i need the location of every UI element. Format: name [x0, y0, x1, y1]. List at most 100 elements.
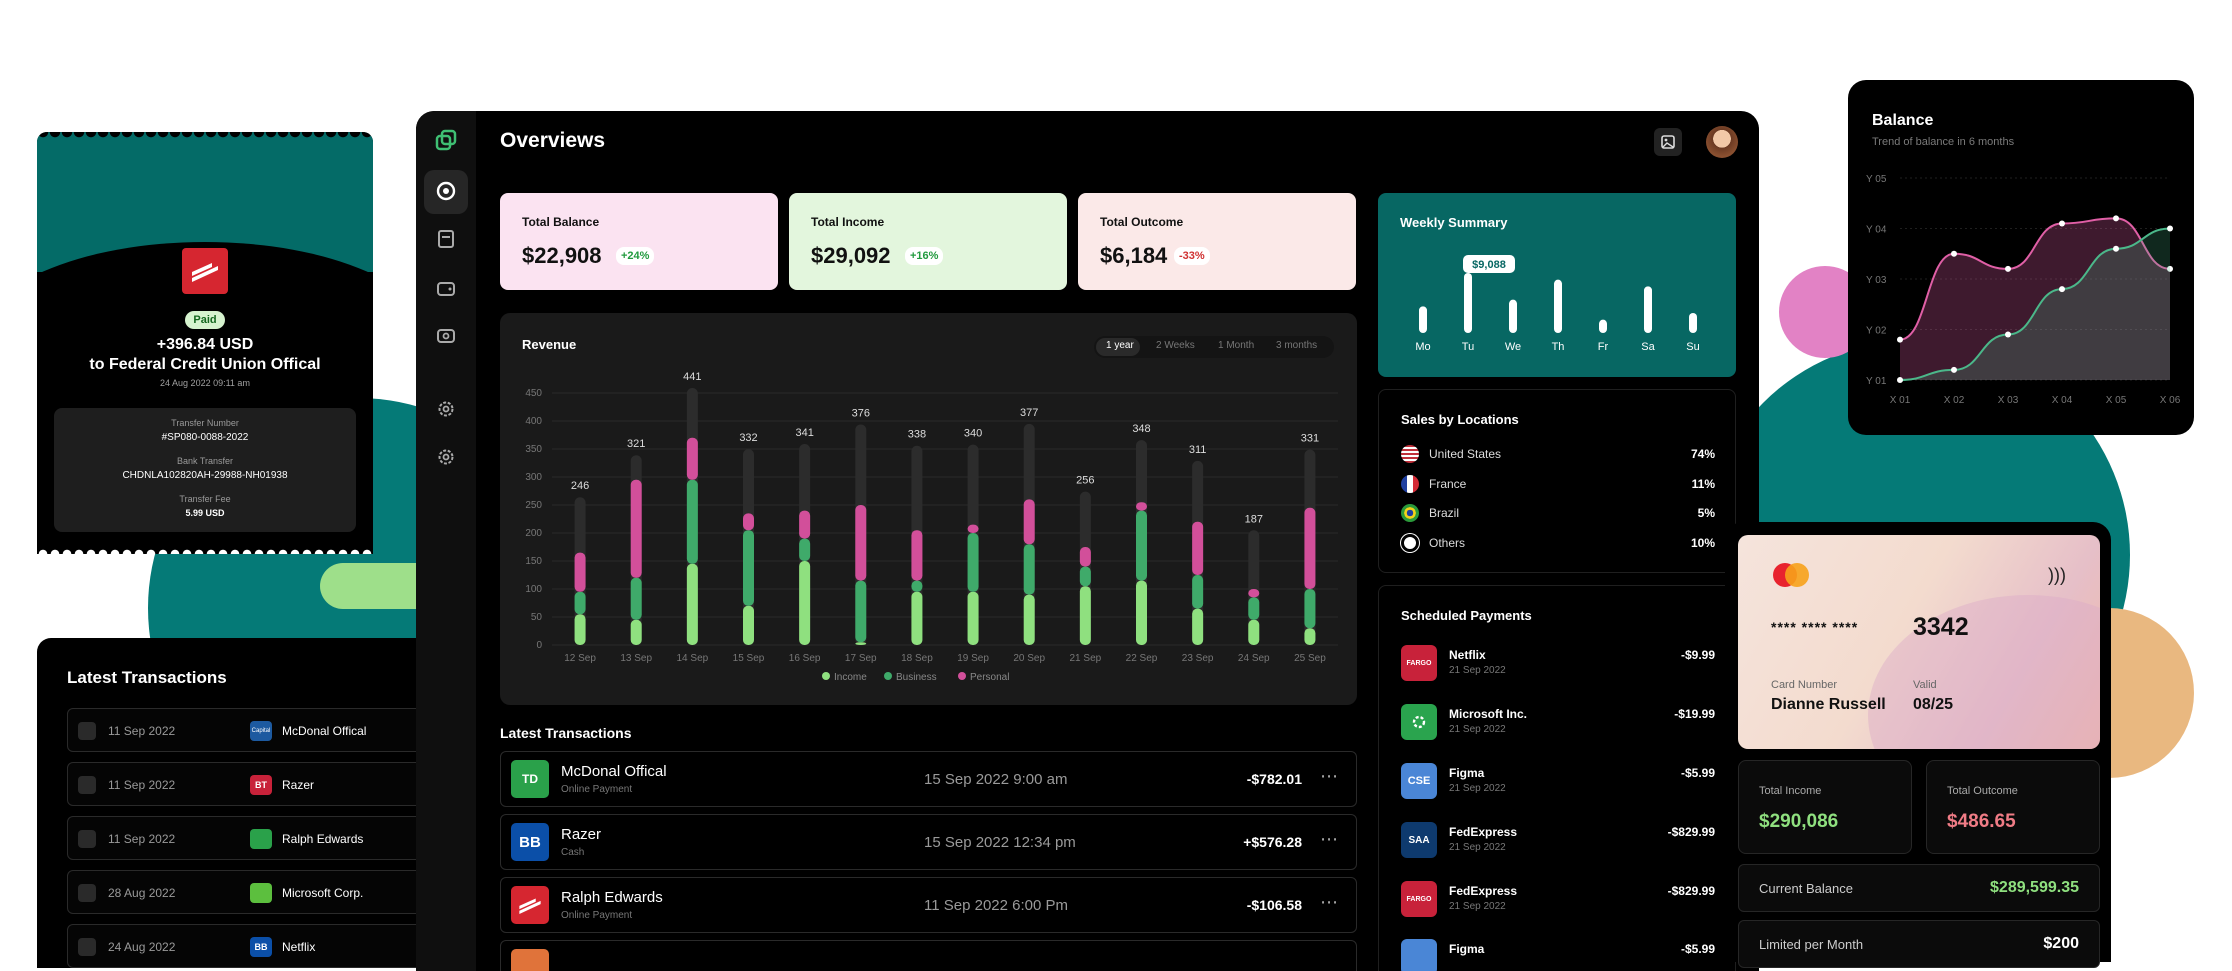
row-date: 28 Aug 2022: [108, 886, 176, 900]
weekly-day-label: Fr: [1598, 341, 1609, 353]
outcome-value: $486.65: [1947, 811, 2016, 832]
x-tick-label: 23 Sep: [1182, 653, 1214, 664]
table-row[interactable]: 11 Sep 2022 Capital McDonal Offical: [67, 708, 417, 752]
bar-segment: [1136, 580, 1147, 645]
y-tick-label: Y 04: [1866, 225, 1887, 236]
td-logo-icon: TD: [511, 760, 549, 798]
card-badge: -33%: [1174, 247, 1210, 265]
x-tick-label: 24 Sep: [1238, 653, 1270, 664]
bank-logo-icon: [182, 248, 228, 294]
table-row[interactable]: TD McDonal Offical Online Payment 15 Sep…: [500, 751, 1357, 807]
balance-point: [2113, 215, 2119, 222]
partial-logo-icon: [511, 949, 549, 971]
outcome-label: Total Outcome: [1947, 785, 2018, 797]
bar-segment: [743, 605, 754, 645]
more-icon[interactable]: ⋯: [1320, 829, 1338, 850]
left-latest-transactions: Latest Transactions 11 Sep 2022 Capital Mc…: [37, 638, 417, 968]
bar-segment: [1304, 589, 1316, 629]
transaction-amount: -$782.01: [1246, 771, 1302, 787]
balance-chart: Y 01 Y 02 Y 03 Y 04 Y 05 X 01 X 02 X 03 X 04 X 05…: [1866, 174, 2181, 406]
x-tick-label: X 04: [2052, 395, 2073, 406]
list-item[interactable]: Microsoft Inc. 21 Sep 2022 -$19.99: [1401, 701, 1715, 745]
sales-by-locations-panel: Sales by Locations United States 74% Fran…: [1378, 389, 1736, 573]
valid-label: Valid: [1913, 679, 1937, 691]
transaction-name: Ralph Edwards: [561, 889, 663, 906]
more-icon[interactable]: ⋯: [1320, 892, 1338, 913]
credit-card-panel: ))) **** **** **** 3342 Card Number Dian…: [1725, 522, 2111, 968]
bb-logo-icon: BB: [511, 823, 549, 861]
settings-icon[interactable]: [434, 399, 458, 423]
table-row[interactable]: 11 Sep 2022 Ralph Edwards: [67, 816, 417, 860]
payment-date: 21 Sep 2022: [1449, 665, 1506, 676]
balance-point: [2005, 265, 2011, 272]
payment-name: Netflix: [1449, 648, 1486, 662]
scheduled-payments-panel: Scheduled Payments FARGO Netflix 21 Sep 20…: [1378, 585, 1736, 971]
table-row[interactable]: 24 Aug 2022 BB Netflix: [67, 924, 417, 968]
list-item[interactable]: CSE Figma 21 Sep 2022 -$5.99: [1401, 760, 1715, 804]
weekly-summary-panel: Weekly Summary Mo Tu $9,088 We Th Fr Sa Su: [1378, 193, 1736, 377]
card-last4: 3342: [1913, 613, 1969, 641]
row-date: 11 Sep 2022: [108, 778, 176, 792]
card-label: Total Income: [811, 215, 885, 229]
card-icon[interactable]: [434, 326, 458, 350]
status-badge: Paid: [185, 311, 225, 329]
weekly-bar: [1689, 313, 1697, 333]
balance-point: [1897, 377, 1903, 383]
table-row[interactable]: 11 Sep 2022 BT Razer: [67, 762, 417, 806]
list-item: France 11%: [1401, 474, 1715, 494]
bar-segment: [743, 513, 754, 531]
document-icon[interactable]: [434, 229, 458, 253]
payment-amount: -$829.99: [1667, 884, 1715, 898]
wallet-icon[interactable]: [434, 278, 458, 302]
legend-label: Business: [896, 672, 937, 683]
transaction-name: Razer: [561, 826, 602, 843]
payment-name: Microsoft Inc.: [1449, 707, 1528, 721]
bar-segment: [630, 619, 642, 645]
weekly-bar: [1599, 319, 1607, 333]
more-icon[interactable]: ⋯: [1320, 766, 1338, 787]
dashboard-icon[interactable]: [434, 180, 458, 204]
bar-segment: [911, 530, 923, 581]
location-name: France: [1429, 477, 1467, 491]
france-flag-icon: [1401, 475, 1419, 493]
x-tick-label: 16 Sep: [789, 653, 821, 664]
card-number-label: Card Number: [1771, 679, 1838, 691]
bank-transfer-label: Bank Transfer: [176, 456, 234, 466]
payment-date: 21 Sep 2022: [1449, 724, 1506, 735]
card-badge: +16%: [905, 247, 944, 265]
list-item[interactable]: FARGO FedExpress 21 Sep 2022 -$829.99: [1401, 878, 1715, 922]
bar-segment: [1192, 575, 1204, 609]
location-name: United States: [1429, 447, 1502, 461]
image-icon[interactable]: [1654, 128, 1682, 156]
avatar[interactable]: [1706, 126, 1738, 158]
x-tick-label: X 02: [1944, 395, 1965, 406]
list-item: United States 74%: [1401, 444, 1715, 464]
table-row[interactable]: BB Razer Cash 15 Sep 2022 12:34 pm +$576…: [500, 814, 1357, 870]
gear-icon[interactable]: [434, 447, 458, 471]
list-item[interactable]: FARGO Netflix 21 Sep 2022 -$9.99: [1401, 642, 1715, 686]
bar-segment: [1023, 594, 1035, 645]
list-item[interactable]: Figma -$5.99: [1401, 936, 1715, 971]
list-item[interactable]: SAA FedExpress 21 Sep 2022 -$829.99: [1401, 819, 1715, 863]
total-balance-card: Total Balance $22,908 +24%: [500, 193, 778, 290]
bar-segment: [686, 563, 698, 645]
bar-segment: [630, 479, 642, 578]
contactless-icon: ))): [2048, 565, 2066, 585]
card-value: $22,908: [522, 243, 602, 268]
mastercard-icon: [1773, 563, 1809, 587]
row-name: Microsoft Corp.: [282, 886, 364, 900]
credit-card[interactable]: ))) **** **** **** 3342 Card Number Dian…: [1738, 535, 2100, 749]
transfer-number: #SP080-0088-2022: [161, 432, 249, 443]
x-tick-label: X 01: [1890, 395, 1911, 406]
table-row[interactable]: Ralph Edwards Online Payment 11 Sep 2022…: [500, 877, 1357, 933]
app-logo-icon[interactable]: [434, 129, 458, 153]
table-row[interactable]: [500, 940, 1357, 971]
card-value: $29,092: [811, 243, 891, 268]
receipt-top-wave: [37, 132, 373, 142]
bar-segment: [574, 552, 586, 592]
table-row[interactable]: 28 Aug 2022 Microsoft Corp.: [67, 870, 417, 914]
x-tick-label: 21 Sep: [1070, 653, 1102, 664]
receipt-icon: [78, 938, 96, 956]
balance-panel: Balance Trend of balance in 6 months Y 0…: [1848, 80, 2194, 435]
payment-amount: -$5.99: [1680, 942, 1715, 956]
